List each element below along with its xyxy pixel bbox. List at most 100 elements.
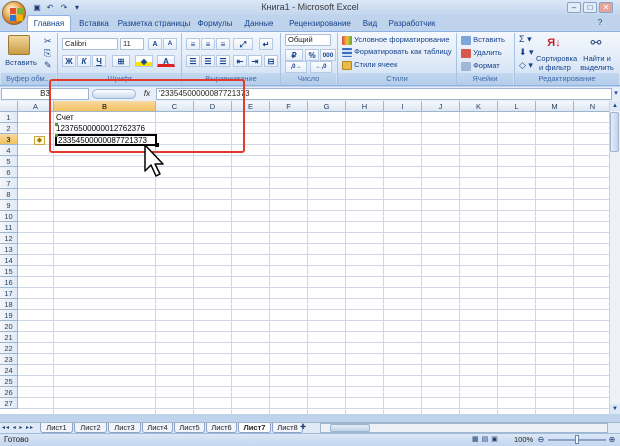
paste-icon[interactable] bbox=[8, 35, 30, 55]
format-as-table-button[interactable]: Форматировать как таблицу bbox=[341, 46, 453, 58]
row-header-8[interactable]: 8 bbox=[0, 189, 18, 200]
zoom-out-icon[interactable]: ⊖ bbox=[536, 435, 546, 444]
italic-button[interactable]: К bbox=[77, 55, 91, 67]
decrease-decimal-icon[interactable]: ←,0 bbox=[310, 61, 332, 73]
column-header-m[interactable]: M bbox=[536, 101, 574, 112]
column-header-i[interactable]: I bbox=[384, 101, 422, 112]
wrap-text-icon[interactable]: ↵ bbox=[259, 38, 273, 50]
row-header-13[interactable]: 13 bbox=[0, 244, 18, 255]
column-header-n[interactable]: N bbox=[574, 101, 612, 112]
thousands-button[interactable]: 000 bbox=[320, 49, 336, 61]
column-header-k[interactable]: K bbox=[460, 101, 498, 112]
paste-button[interactable]: Вставить bbox=[3, 57, 39, 69]
close-button[interactable]: ✕ bbox=[599, 2, 613, 13]
decrease-indent-icon[interactable]: ⇤ bbox=[233, 55, 247, 67]
font-color-icon[interactable]: A bbox=[157, 55, 175, 67]
zoom-slider-thumb[interactable] bbox=[575, 435, 579, 444]
sheet-tab-3[interactable]: Лист3 bbox=[108, 423, 141, 433]
align-center-icon[interactable]: ☰ bbox=[201, 55, 215, 67]
fill-icon[interactable]: ⬇ ▾ bbox=[518, 46, 535, 58]
row-header-19[interactable]: 19 bbox=[0, 310, 18, 321]
tab-insert[interactable]: Вставка bbox=[74, 16, 114, 31]
row-header-12[interactable]: 12 bbox=[0, 233, 18, 244]
qat-dropdown-icon[interactable]: ▾ bbox=[71, 2, 83, 13]
merge-cells-icon[interactable]: ⊟ bbox=[264, 55, 278, 67]
conditional-formatting-button[interactable]: Условное форматирование bbox=[341, 34, 453, 46]
row-header-10[interactable]: 10 bbox=[0, 211, 18, 222]
row-header-11[interactable]: 11 bbox=[0, 222, 18, 233]
minimize-button[interactable]: – bbox=[567, 2, 581, 13]
underline-button[interactable]: Ч bbox=[92, 55, 106, 67]
row-header-25[interactable]: 25 bbox=[0, 376, 18, 387]
row-header-26[interactable]: 26 bbox=[0, 387, 18, 398]
insert-cells-button[interactable]: Вставить bbox=[460, 34, 512, 46]
percent-button[interactable]: % bbox=[305, 49, 319, 61]
scroll-up-icon[interactable]: ▲ bbox=[610, 101, 620, 111]
help-icon[interactable]: ? bbox=[594, 17, 606, 28]
column-header-f[interactable]: F bbox=[270, 101, 308, 112]
sheet-tab-7[interactable]: Лист7 bbox=[238, 423, 271, 433]
save-icon[interactable]: ▣ bbox=[31, 2, 43, 13]
row-header-27[interactable]: 27 bbox=[0, 398, 18, 409]
currency-icon[interactable]: ₽ bbox=[285, 49, 303, 61]
cut-icon[interactable]: ✂ bbox=[43, 35, 53, 47]
row-header-9[interactable]: 9 bbox=[0, 200, 18, 211]
row-header-14[interactable]: 14 bbox=[0, 255, 18, 266]
tab-developer[interactable]: Разработчик bbox=[386, 16, 438, 31]
row-header-6[interactable]: 6 bbox=[0, 167, 18, 178]
align-middle-icon[interactable]: ≡ bbox=[201, 38, 215, 50]
maximize-button[interactable]: □ bbox=[583, 2, 597, 13]
font-size-combo[interactable]: 11 bbox=[120, 38, 144, 50]
sheet-tab-5[interactable]: Лист5 bbox=[174, 423, 205, 433]
format-painter-icon[interactable]: ✎ bbox=[43, 59, 53, 71]
column-header-h[interactable]: H bbox=[346, 101, 384, 112]
autosum-icon[interactable]: Σ ▾ bbox=[518, 33, 533, 45]
row-header-1[interactable]: 1 bbox=[0, 112, 18, 123]
sort-filter-button[interactable]: Сортировка и фильтр bbox=[535, 53, 577, 73]
redo-icon[interactable]: ↷ bbox=[58, 2, 70, 13]
undo-icon[interactable]: ↶ bbox=[44, 2, 56, 13]
bold-button[interactable]: Ж bbox=[62, 55, 76, 67]
tab-formulas[interactable]: Формулы bbox=[194, 16, 236, 31]
row-header-21[interactable]: 21 bbox=[0, 332, 18, 343]
view-buttons-icon[interactable]: ▦▤▣ bbox=[472, 435, 512, 444]
align-left-icon[interactable]: ☰ bbox=[186, 55, 200, 67]
sheet-tab-6[interactable]: Лист6 bbox=[206, 423, 237, 433]
row-header-3[interactable]: 3 bbox=[0, 134, 18, 145]
sheet-tab-2[interactable]: Лист2 bbox=[74, 423, 107, 433]
sort-filter-icon[interactable]: Я↓ bbox=[545, 35, 563, 51]
orientation-icon[interactable]: ⤢ bbox=[233, 38, 253, 50]
increase-decimal-icon[interactable]: ,0→ bbox=[285, 61, 307, 73]
fill-color-icon[interactable]: ◈ bbox=[135, 55, 153, 67]
column-header-l[interactable]: L bbox=[498, 101, 536, 112]
font-name-combo[interactable]: Calibri bbox=[62, 38, 118, 50]
zoom-in-icon[interactable]: ⊕ bbox=[607, 435, 617, 444]
tab-review[interactable]: Рецензирование bbox=[284, 16, 356, 31]
row-header-18[interactable]: 18 bbox=[0, 299, 18, 310]
binoculars-icon[interactable]: ⚯ bbox=[587, 35, 605, 51]
error-smart-tag-icon[interactable]: ◆ bbox=[34, 136, 45, 145]
new-sheet-icon[interactable]: ✚ bbox=[296, 423, 310, 433]
select-all-corner[interactable] bbox=[0, 101, 18, 112]
tab-page-layout[interactable]: Разметка страницы bbox=[116, 16, 192, 31]
number-format-combo[interactable]: Общий bbox=[285, 34, 331, 46]
tab-home[interactable]: Главная bbox=[27, 15, 71, 31]
row-header-24[interactable]: 24 bbox=[0, 365, 18, 376]
zoom-level[interactable]: 100% bbox=[514, 435, 533, 444]
tab-data[interactable]: Данные bbox=[238, 16, 280, 31]
borders-icon[interactable]: ⊞ bbox=[112, 55, 130, 67]
cell-styles-button[interactable]: Стили ячеек bbox=[341, 59, 453, 71]
row-header-2[interactable]: 2 bbox=[0, 123, 18, 134]
format-cells-button[interactable]: Формат bbox=[460, 60, 512, 72]
sheet-tab-1[interactable]: Лист1 bbox=[40, 423, 73, 433]
row-header-22[interactable]: 22 bbox=[0, 343, 18, 354]
scroll-thumb[interactable] bbox=[610, 112, 619, 152]
delete-cells-button[interactable]: Удалить bbox=[460, 47, 512, 59]
row-header-16[interactable]: 16 bbox=[0, 277, 18, 288]
row-header-17[interactable]: 17 bbox=[0, 288, 18, 299]
shrink-font-icon[interactable]: A bbox=[163, 38, 177, 50]
column-header-g[interactable]: G bbox=[308, 101, 346, 112]
column-header-j[interactable]: J bbox=[422, 101, 460, 112]
hscroll-thumb[interactable] bbox=[330, 424, 370, 432]
sheet-nav-icon[interactable]: ◂◂ ◂ ▸ ▸▸ bbox=[2, 423, 40, 433]
